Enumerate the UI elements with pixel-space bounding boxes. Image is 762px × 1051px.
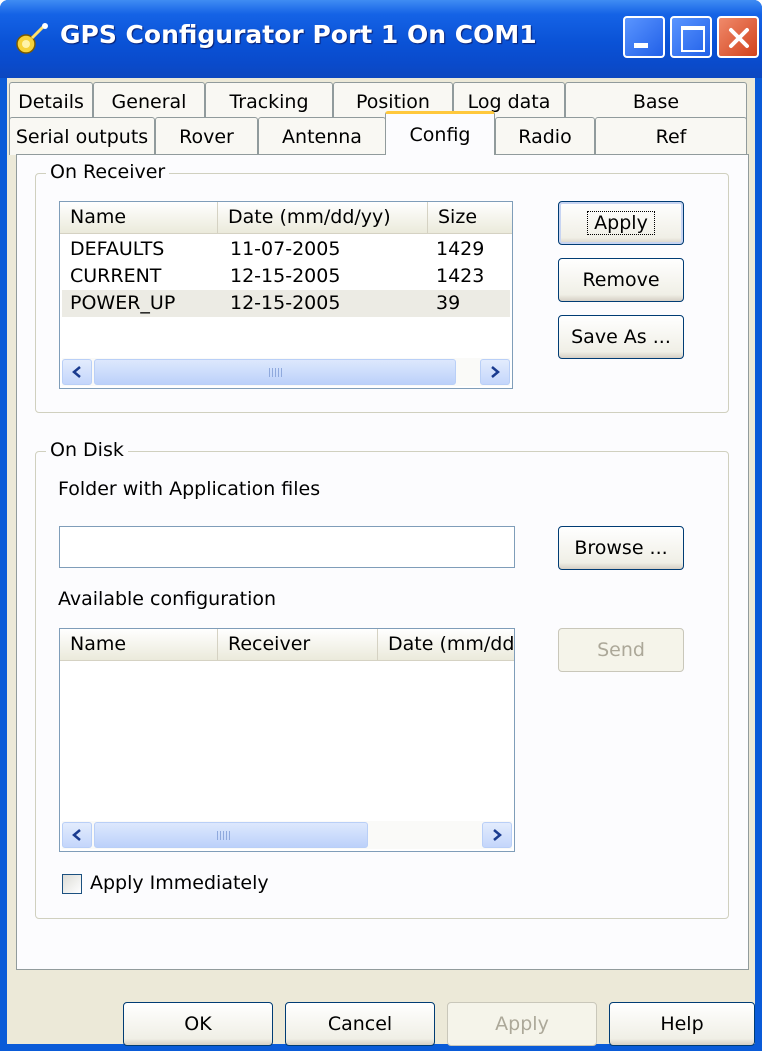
maximize-button[interactable] bbox=[670, 16, 712, 58]
close-button[interactable] bbox=[717, 16, 759, 58]
tab-antenna[interactable]: Antenna bbox=[258, 117, 386, 155]
grip-icon bbox=[217, 831, 231, 840]
chevron-right-icon bbox=[491, 366, 500, 378]
list-item[interactable]: CURRENT 12-15-2005 1423 bbox=[62, 263, 510, 290]
config-date: 12-15-2005 bbox=[230, 292, 341, 314]
available-configuration-label: Available configuration bbox=[58, 588, 277, 610]
save-as-button[interactable]: Save As ... bbox=[558, 315, 684, 359]
config-date: 11-07-2005 bbox=[230, 238, 341, 260]
config-size: 1429 bbox=[436, 238, 485, 260]
on-disk-group: On Disk Folder with Application files Br… bbox=[35, 439, 729, 919]
column-header-date[interactable]: Date (mm/dd/yy) bbox=[378, 629, 514, 660]
config-size: 39 bbox=[436, 292, 461, 314]
apply-config-label: Apply bbox=[587, 211, 655, 235]
tab-details[interactable]: Details bbox=[9, 82, 93, 120]
column-header-name[interactable]: Name bbox=[60, 629, 218, 660]
tab-rover[interactable]: Rover bbox=[155, 117, 258, 155]
apply-immediately-checkbox[interactable] bbox=[62, 874, 82, 894]
column-header-name[interactable]: Name bbox=[60, 202, 218, 233]
scroll-right-button[interactable] bbox=[482, 822, 512, 848]
list-item-selected[interactable]: POWER_UP 12-15-2005 39 bbox=[62, 290, 510, 317]
column-header-receiver[interactable]: Receiver bbox=[218, 629, 378, 660]
help-button[interactable]: Help bbox=[609, 1002, 755, 1046]
config-name: POWER_UP bbox=[70, 292, 176, 314]
column-header-date[interactable]: Date (mm/dd/yy) bbox=[218, 202, 428, 233]
config-size: 1423 bbox=[436, 265, 485, 287]
config-tab-panel: On Receiver Name Date (mm/dd/yy) Size DE… bbox=[16, 154, 749, 970]
scroll-thumb[interactable] bbox=[94, 822, 368, 848]
dialog-client-area: Details General Tracking Position Log da… bbox=[7, 78, 755, 1046]
tab-general[interactable]: General bbox=[93, 82, 205, 120]
on-disk-group-label: On Disk bbox=[46, 439, 128, 461]
available-list-header: Name Receiver Date (mm/dd/yy) bbox=[60, 629, 514, 661]
close-icon bbox=[729, 28, 749, 48]
tab-config[interactable]: Config bbox=[385, 111, 495, 155]
folder-label: Folder with Application files bbox=[58, 478, 321, 500]
receiver-config-list[interactable]: Name Date (mm/dd/yy) Size DEFAULTS 11-07… bbox=[59, 201, 513, 389]
config-date: 12-15-2005 bbox=[230, 265, 341, 287]
window-title: GPS Configurator Port 1 On COM1 bbox=[60, 20, 537, 49]
available-list-hscrollbar[interactable] bbox=[62, 821, 512, 849]
grip-icon bbox=[269, 368, 283, 377]
tab-serial-outputs[interactable]: Serial outputs bbox=[9, 117, 155, 155]
ok-button[interactable]: OK bbox=[123, 1002, 273, 1046]
chevron-right-icon bbox=[493, 829, 502, 841]
scroll-left-button[interactable] bbox=[62, 822, 92, 848]
browse-button[interactable]: Browse ... bbox=[558, 526, 684, 570]
apply-config-button[interactable]: Apply bbox=[558, 201, 684, 245]
apply-immediately-label[interactable]: Apply Immediately bbox=[90, 872, 269, 894]
remove-config-button[interactable]: Remove bbox=[558, 258, 684, 302]
title-bar[interactable]: GPS Configurator Port 1 On COM1 bbox=[0, 0, 762, 78]
tab-base[interactable]: Base bbox=[565, 82, 747, 120]
on-receiver-group-label: On Receiver bbox=[46, 161, 170, 183]
on-receiver-group: On Receiver Name Date (mm/dd/yy) Size DE… bbox=[35, 161, 729, 413]
tab-ref[interactable]: Ref bbox=[595, 117, 747, 155]
minimize-button[interactable] bbox=[623, 16, 665, 58]
apply-button[interactable]: Apply bbox=[447, 1002, 597, 1046]
config-name: DEFAULTS bbox=[70, 238, 165, 260]
config-name: CURRENT bbox=[70, 265, 162, 287]
scroll-left-button[interactable] bbox=[62, 359, 92, 385]
column-header-size[interactable]: Size bbox=[428, 202, 512, 233]
receiver-list-header: Name Date (mm/dd/yy) Size bbox=[60, 202, 512, 234]
list-item[interactable]: DEFAULTS 11-07-2005 1429 bbox=[62, 236, 510, 263]
chevron-left-icon bbox=[72, 829, 81, 841]
satellite-dish-icon bbox=[14, 22, 50, 58]
receiver-list-hscrollbar[interactable] bbox=[62, 358, 510, 386]
available-config-list[interactable]: Name Receiver Date (mm/dd/yy) bbox=[59, 628, 515, 852]
tab-tracking[interactable]: Tracking bbox=[205, 82, 333, 120]
send-button[interactable]: Send bbox=[558, 628, 684, 672]
scroll-thumb[interactable] bbox=[94, 359, 456, 385]
tab-radio[interactable]: Radio bbox=[495, 117, 595, 155]
scroll-right-button[interactable] bbox=[480, 359, 510, 385]
chevron-left-icon bbox=[72, 366, 81, 378]
folder-path-input[interactable] bbox=[59, 526, 515, 568]
cancel-button[interactable]: Cancel bbox=[285, 1002, 435, 1046]
dialog-window: GPS Configurator Port 1 On COM1 Details … bbox=[0, 0, 762, 1051]
